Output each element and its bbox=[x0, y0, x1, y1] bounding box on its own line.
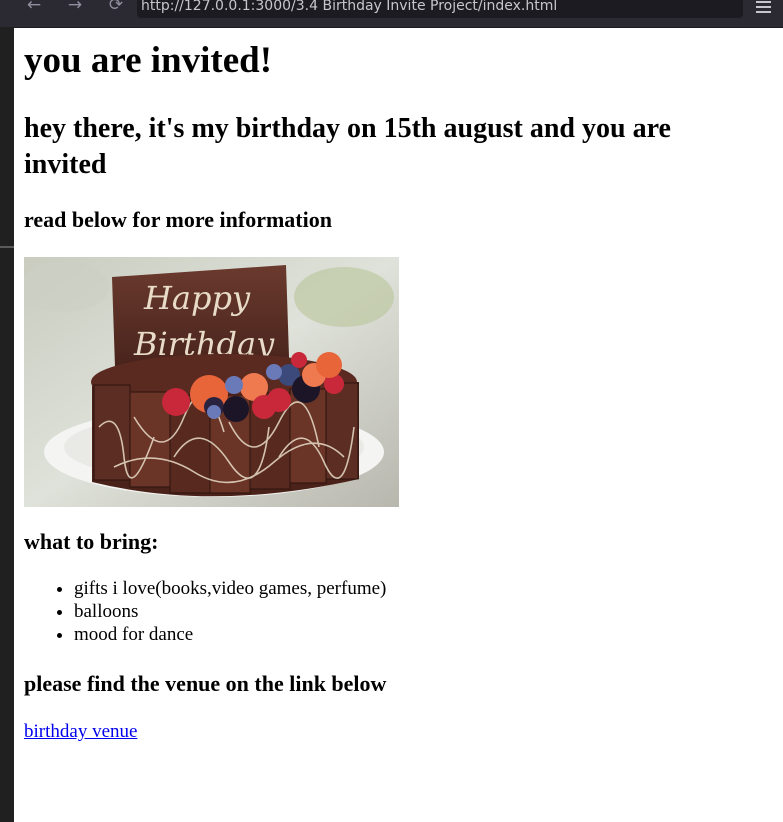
divider bbox=[0, 246, 14, 248]
venue-link[interactable]: birthday venue bbox=[24, 721, 137, 743]
bring-list: gifts i love(books,video games, perfume)… bbox=[24, 577, 386, 646]
invite-subtitle: hey there, it's my birthday on 15th augu… bbox=[24, 113, 671, 180]
list-item: gifts i love(books,video games, perfume) bbox=[74, 577, 386, 600]
list-item: mood for dance bbox=[74, 623, 386, 646]
venue-heading: please find the venue on the link below bbox=[24, 671, 387, 696]
reload-icon[interactable]: ⟳ bbox=[104, 0, 128, 18]
svg-text:Happy: Happy bbox=[143, 279, 251, 317]
bring-heading: what to bring: bbox=[24, 529, 159, 554]
forward-arrow-icon[interactable]: → bbox=[63, 0, 87, 18]
left-sidebar-edge bbox=[0, 27, 14, 822]
page-title: you are invited! bbox=[24, 40, 273, 81]
info-heading: read below for more information bbox=[24, 207, 332, 232]
birthday-cake-image: Happy Birthday bbox=[24, 257, 399, 507]
back-arrow-icon[interactable]: ← bbox=[22, 0, 46, 18]
browser-toolbar: ← → ⟳ http://127.0.0.1:3000/3.4 Birthday… bbox=[0, 0, 783, 28]
list-item: balloons bbox=[74, 600, 386, 623]
hamburger-menu-icon[interactable] bbox=[753, 0, 775, 14]
url-bar[interactable]: http://127.0.0.1:3000/3.4 Birthday Invit… bbox=[137, 0, 743, 18]
